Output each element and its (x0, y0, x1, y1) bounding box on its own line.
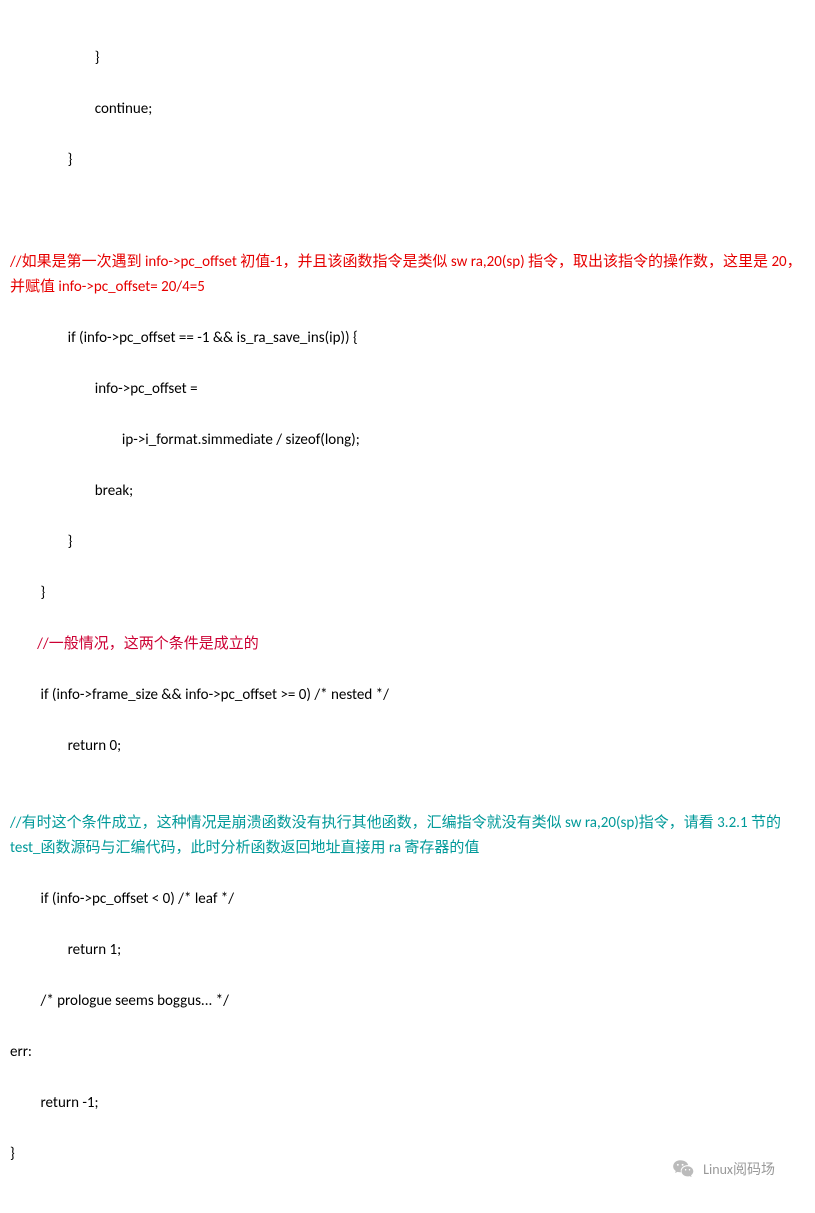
code-line: if (info->frame_size && info->pc_offset … (10, 683, 805, 709)
code-line: info->pc_offset = (10, 377, 805, 403)
code-line: /* prologue seems boggus... */ (10, 989, 805, 1015)
wechat-icon (671, 1157, 697, 1183)
comment-teal: //有时这个条件成立，这种情况是崩溃函数没有执行其他函数，汇编指令就没有类似 s… (10, 811, 805, 862)
code-line: return 0; (10, 734, 805, 760)
code-line: if (info->pc_offset < 0) /* leaf */ (10, 887, 805, 913)
code-line: ip->i_format.simmediate / sizeof(long); (10, 428, 805, 454)
code-line: } (10, 581, 805, 607)
code-line: } (10, 46, 805, 72)
watermark: Linux阅码场 (671, 1157, 775, 1183)
code-line: } (10, 530, 805, 556)
code-line: return 1; (10, 938, 805, 964)
code-line: return -1; (10, 1091, 805, 1117)
comment-darkred: //一般情况，这两个条件是成立的 (10, 632, 805, 658)
code-line: } (10, 148, 805, 174)
code-line: if (info->pc_offset == -1 && is_ra_save_… (10, 326, 805, 352)
code-line: err: (10, 1040, 805, 1066)
code-line: break; (10, 479, 805, 505)
watermark-text: Linux阅码场 (703, 1158, 775, 1182)
code-line: continue; (10, 97, 805, 123)
comment-red: //如果是第一次遇到 info->pc_offset 初值-1，并且该函数指令是… (10, 250, 805, 301)
code-document: } continue; } //如果是第一次遇到 info->pc_offset… (10, 20, 805, 1193)
